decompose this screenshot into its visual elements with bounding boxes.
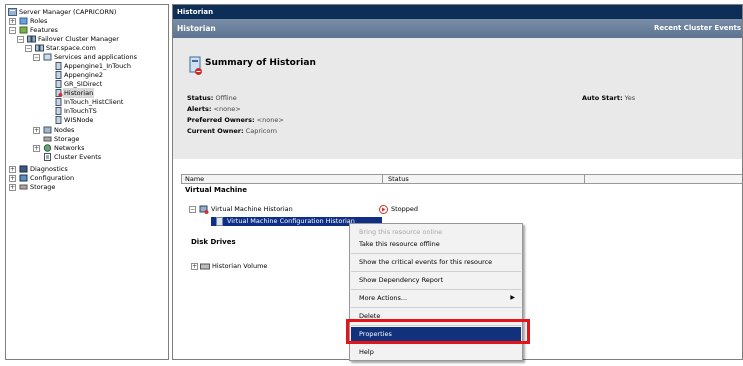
nodes-icon [43,126,52,134]
resource-name: Historian Volume [212,262,268,270]
menu-item-label: More Actions... [359,294,408,302]
alerts-label: Alerts: [187,105,212,113]
application-icon [55,107,62,115]
pane-header: Historian [173,5,742,19]
application-icon [55,116,62,124]
resource-name: Virtual Machine Configuration Historian [227,217,355,225]
section-header: Historian Recent Cluster Events [173,19,742,38]
auto-start-label: Auto Start: [582,94,623,102]
collapse-icon[interactable]: − [9,27,16,34]
column-header-status[interactable]: Status [388,175,409,184]
application-icon [55,98,62,106]
section-header-title: Historian [177,24,216,33]
summary-title: Summary of Historian [205,58,316,68]
preferred-owners-value: <none> [256,116,284,124]
preferred-owners-label: Preferred Owners: [187,116,255,124]
resource-table-header: Name Status [181,174,742,184]
expand-icon[interactable]: + [9,18,16,25]
menu-item-show-dependency-report[interactable]: Show Dependency Report [351,273,521,287]
roles-icon [19,17,28,25]
collapse-icon[interactable]: − [17,36,24,43]
column-divider [584,175,585,184]
menu-item-more-actions[interactable]: More Actions... ▶ [351,291,521,305]
menu-item-show-critical-events[interactable]: Show the critical events for this resour… [351,255,521,269]
submenu-arrow-icon: ▶ [510,294,515,301]
expand-icon[interactable]: + [33,127,40,134]
virtual-machine-icon [199,205,209,214]
expand-icon[interactable]: + [9,166,16,173]
preferred-owners-row: Preferred Owners: <none> [187,116,284,124]
alerts-row: Alerts: <none> [187,105,241,113]
features-icon [19,26,28,34]
collapse-icon[interactable]: − [189,206,196,213]
stopped-icon [379,205,388,214]
expand-icon[interactable]: + [191,263,198,270]
server-manager-icon [8,8,17,16]
tree-item-label: Cluster Events [54,153,102,161]
expand-icon[interactable]: + [9,184,16,191]
storage-icon [43,136,52,142]
services-icon [43,53,52,61]
resource-status: Stopped [391,205,419,213]
column-divider [382,175,383,184]
collapse-icon[interactable]: − [25,45,32,52]
disk-icon [200,263,210,270]
current-owner-value: Capricorn [245,127,278,135]
expand-icon[interactable]: + [9,175,16,182]
current-owner-label: Current Owner: [187,127,244,135]
group-virtual-machine: Virtual Machine [185,186,247,194]
menu-separator [351,307,521,308]
alerts-value: <none> [213,105,241,113]
networks-icon [43,144,52,152]
application-icon [55,80,62,88]
menu-item-label: Help [359,348,374,356]
auto-start-value: Yes [624,94,636,102]
application-icon [55,71,62,79]
service-offline-icon [189,56,202,75]
recent-cluster-events-link[interactable]: Recent Cluster Events [654,19,741,38]
navigation-tree: Server Manager (CAPRICORN) + Roles − Fea… [5,4,169,360]
auto-start-row: Auto Start: Yes [582,94,635,102]
cluster-icon [35,44,44,52]
configuration-icon [19,174,28,182]
expand-icon[interactable]: + [33,145,40,152]
pane-header-title: Historian [177,8,214,16]
menu-separator [351,271,521,272]
menu-item-label: Show Dependency Report [359,276,444,284]
status-label: Status: [187,94,214,102]
tree-item-label: WISNode [64,116,94,124]
application-icon [55,62,62,70]
menu-separator [351,253,521,254]
application-offline-icon [55,89,63,97]
menu-item-help[interactable]: Help [351,345,521,359]
menu-item-label: Show the critical events for this resour… [359,258,493,266]
menu-item-label: Bring this resource online [359,228,443,236]
resource-name: Virtual Machine Historian [211,205,293,213]
group-disk-drives: Disk Drives [191,238,236,246]
menu-item-label: Take this resource offline [359,240,440,248]
properties-highlight-box [346,319,530,344]
events-icon [44,153,51,161]
current-owner-row: Current Owner: Capricorn [187,127,277,135]
status-value: Offline [215,94,237,102]
summary-panel: Summary of Historian Status: Offline Ale… [173,38,742,159]
tree-item-label: Storage [30,183,56,191]
menu-separator [351,289,521,290]
cluster-manager-icon [27,35,36,43]
menu-item-take-offline[interactable]: Take this resource offline [351,237,521,251]
collapse-icon[interactable]: − [33,54,40,61]
diagnostics-icon [19,165,28,173]
column-header-name[interactable]: Name [185,175,204,184]
vm-configuration-icon [216,217,223,226]
storage-icon [19,184,28,190]
status-row: Status: Offline [187,94,237,102]
